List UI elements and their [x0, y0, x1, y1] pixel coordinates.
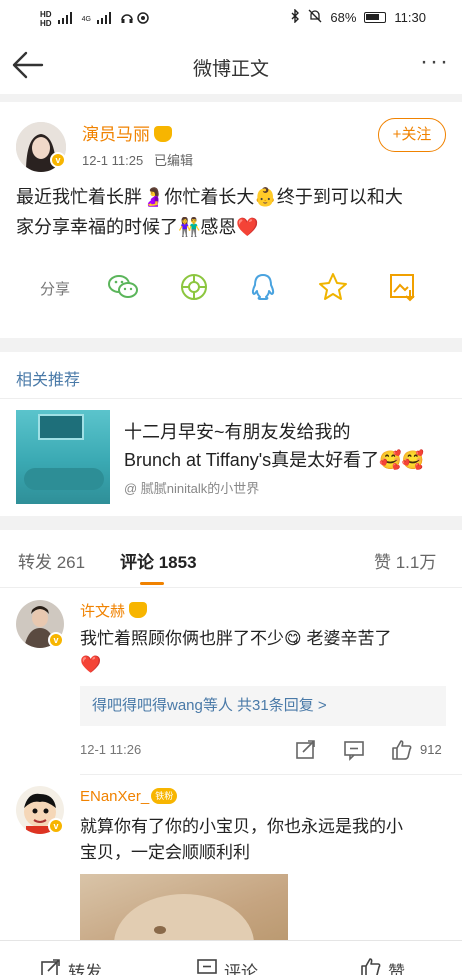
- tab-comments[interactable]: 评论 1853: [120, 548, 197, 573]
- divider: [0, 398, 462, 399]
- battery-percent: 68%: [330, 10, 357, 25]
- reply-summary[interactable]: 得吧得吧得wang等人 共31条回复 >: [80, 686, 446, 726]
- vip-crown-icon: [129, 602, 148, 618]
- comment-button[interactable]: 评论: [196, 957, 258, 975]
- fan-badge: 铁粉: [151, 788, 178, 804]
- network-label: 4G: [81, 15, 91, 23]
- bottom-action-bar: 转发 评论 赞: [0, 940, 462, 975]
- post-meta: 12-1 11:25 已编辑: [82, 150, 193, 169]
- related-section: 相关推荐 十二月早安~有朋友发给我的 Brunch at Tiffany's真是…: [0, 352, 462, 516]
- comment-text: 就算你有了你的小宝贝，你也永远是我的小 宝贝，一定会顺顺利利: [80, 817, 403, 862]
- post-edited: 已编辑: [154, 153, 194, 168]
- comment-list: v 许文赫 我忙着照顾你俩也胖了不少😋 老婆辛苦了 ❤️ 得吧得吧得wang等人…: [0, 588, 462, 940]
- wechat-icon[interactable]: [106, 270, 140, 304]
- comment-icon: [196, 957, 218, 975]
- page-title: 微博正文: [192, 59, 269, 80]
- comment-image[interactable]: [80, 874, 288, 940]
- comment-like-count: 912: [420, 742, 442, 757]
- clock: 11:30: [394, 10, 426, 25]
- battery-icon: [364, 12, 387, 23]
- nav-bar: 微博正文 ···: [0, 36, 462, 94]
- related-source: @ 腻腻ninitalk的小世界: [124, 481, 260, 496]
- status-left: HD HD 4G: [40, 10, 149, 28]
- weibo-post: v 演员马丽 12-1 11:25 已编辑 +关注 最近我忙着长胖🤰你忙着长大👶…: [0, 102, 462, 338]
- thumbnail-table: [24, 468, 104, 490]
- related-header: 相关推荐: [16, 372, 81, 389]
- reply-comment-icon[interactable]: [342, 738, 366, 762]
- verified-badge-icon: v: [48, 632, 64, 648]
- share-label: 分享: [40, 281, 71, 298]
- save-image-icon[interactable]: [386, 270, 420, 304]
- like-icon[interactable]: [390, 738, 414, 762]
- mute-icon: [308, 9, 322, 26]
- hd-badge: HD HD: [40, 10, 52, 28]
- related-title[interactable]: 十二月早安~有朋友发给我的 Brunch at Tiffany's真是太好看了🥰…: [124, 418, 450, 474]
- signal-icon: [56, 11, 78, 27]
- post-time: 12-1 11:25: [82, 153, 144, 168]
- like-icon: [360, 957, 382, 975]
- vip-crown-icon: [154, 126, 172, 142]
- status-right: 68% 11:30: [290, 8, 426, 26]
- author-name[interactable]: 演员马丽: [82, 120, 172, 145]
- repost-icon: [40, 957, 62, 975]
- follow-button[interactable]: +关注: [378, 118, 446, 152]
- related-thumbnail[interactable]: [16, 410, 110, 504]
- comment-tabs: 转发 261 评论 1853 赞 1.1万: [0, 530, 462, 588]
- qq-icon[interactable]: [246, 270, 280, 304]
- thumbnail-frame: [38, 414, 84, 440]
- comment-time: 12-1 11:26: [80, 742, 142, 757]
- moments-icon[interactable]: [177, 270, 211, 304]
- tab-repost[interactable]: 转发 261: [18, 548, 85, 573]
- headphone-icon: [121, 12, 133, 27]
- bluetooth-icon: [290, 8, 300, 26]
- status-bar: HD HD 4G 68% 11:30: [0, 0, 462, 36]
- divider: [80, 774, 462, 775]
- repost-comment-icon[interactable]: [294, 738, 318, 762]
- post-text: 最近我忙着长胖🤰你忙着长大👶终于到可以和大 家分享幸福的时候了👫感恩❤️: [16, 187, 403, 237]
- share-row: 分享: [0, 266, 462, 306]
- signal-icon: [95, 11, 117, 27]
- commenter-name[interactable]: ENanXer_ 铁粉: [80, 788, 178, 805]
- qzone-star-icon[interactable]: [316, 270, 350, 304]
- verified-badge-icon: v: [50, 152, 66, 168]
- like-button[interactable]: 赞: [360, 957, 405, 975]
- verified-badge-icon: v: [48, 818, 64, 834]
- commenter-name[interactable]: 许文赫: [80, 600, 148, 621]
- comment-text: 我忙着照顾你俩也胖了不少😋 老婆辛苦了 ❤️: [80, 629, 392, 674]
- repost-button[interactable]: 转发: [40, 957, 102, 975]
- more-icon[interactable]: ···: [420, 48, 450, 76]
- tab-likes[interactable]: 赞 1.1万: [374, 548, 436, 573]
- active-tab-indicator: [140, 582, 164, 585]
- sync-icon: [137, 11, 149, 27]
